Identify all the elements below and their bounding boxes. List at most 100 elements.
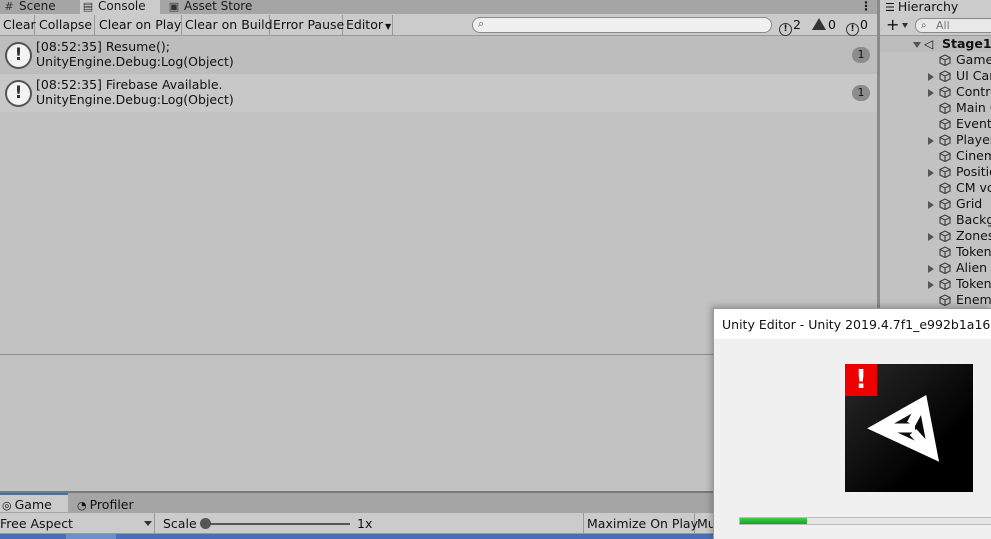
hierarchy-item-label: Alien xyxy=(956,260,988,275)
hierarchy-item[interactable]: CM vc xyxy=(880,180,991,196)
hierarchy-item[interactable]: Cinem xyxy=(880,148,991,164)
gameobject-cube-icon xyxy=(939,150,951,162)
gameobject-cube-icon xyxy=(939,262,951,274)
chevron-down-icon[interactable] xyxy=(902,23,908,28)
clear-button[interactable]: Clear xyxy=(0,15,36,35)
warning-filter-toggle[interactable]: 0 xyxy=(812,16,836,34)
gamepad-icon: ◎ xyxy=(2,499,12,512)
info-filter-toggle[interactable]: ! 2 xyxy=(779,16,801,36)
more-options-icon[interactable]: ⋮ xyxy=(860,0,872,14)
hierarchy-item-label: Grid xyxy=(956,196,983,211)
error-icon: ! xyxy=(846,23,859,36)
console-icon: ▤ xyxy=(82,0,94,13)
gameobject-cube-icon xyxy=(939,246,951,258)
expand-arrow-icon[interactable] xyxy=(928,201,934,209)
gameobject-cube-icon xyxy=(939,118,951,130)
store-icon: ▣ xyxy=(168,0,180,13)
tab-hierarchy[interactable]: ☰ Hierarchy xyxy=(880,0,991,15)
log-entry[interactable]: ! [08:52:35] Firebase Available. UnityEn… xyxy=(0,74,877,112)
hierarchy-item[interactable]: UI Car xyxy=(880,68,991,84)
console-tab-bar: # Scene ▤ Console ▣ Asset Store ⋮ xyxy=(0,0,877,14)
hierarchy-item[interactable]: GameC xyxy=(880,52,991,68)
tab-console[interactable]: ▤ Console xyxy=(80,0,160,14)
hierarchy-item[interactable]: Player xyxy=(880,132,991,148)
progress-fill xyxy=(740,518,807,524)
chevron-down-icon xyxy=(144,521,152,526)
gameobject-cube-icon xyxy=(939,294,951,306)
expand-arrow-icon[interactable] xyxy=(928,169,934,177)
scale-slider-track[interactable] xyxy=(205,523,350,525)
console-log-list[interactable]: ! [08:52:35] Resume(); UnityEngine.Debug… xyxy=(0,36,877,354)
editor-dropdown[interactable]: Editor ▼ xyxy=(343,15,393,35)
dialog-titlebar[interactable]: Unity Editor - Unity 2019.4.7f1_e992b1a1… xyxy=(714,309,991,339)
collapse-button[interactable]: Collapse xyxy=(36,15,95,35)
gameobject-cube-icon xyxy=(939,214,951,226)
clear-on-build-button[interactable]: Clear on Build xyxy=(182,15,273,35)
hierarchy-item-label: Positio xyxy=(956,164,991,179)
hierarchy-item[interactable]: Zones xyxy=(880,228,991,244)
tab-profiler[interactable]: ◔ Profiler xyxy=(77,495,134,514)
info-icon: ! xyxy=(5,42,32,69)
hierarchy-item[interactable]: Grid xyxy=(880,196,991,212)
hierarchy-item[interactable]: Backg xyxy=(880,212,991,228)
log-message: [08:52:35] Firebase Available. xyxy=(36,77,223,92)
hierarchy-item-label: Token xyxy=(956,276,991,291)
expand-arrow-icon[interactable] xyxy=(928,281,934,289)
add-icon[interactable]: + xyxy=(886,16,899,34)
hierarchy-item[interactable]: Positio xyxy=(880,164,991,180)
gameobject-cube-icon xyxy=(939,198,951,210)
hierarchy-icon: ☰ xyxy=(885,1,895,14)
error-pause-button[interactable]: Error Pause xyxy=(270,15,344,35)
grid-icon: # xyxy=(4,0,14,13)
console-search-input[interactable]: ⌕ xyxy=(472,17,772,33)
gameobject-cube-icon xyxy=(939,102,951,114)
hierarchy-toolbar: + ⌕ All xyxy=(880,15,991,36)
expand-arrow-icon[interactable] xyxy=(928,233,934,241)
dialog-title: Unity Editor - Unity 2019.4.7f1_e992b1a1… xyxy=(722,317,991,332)
unity-editor-dialog[interactable]: Unity Editor - Unity 2019.4.7f1_e992b1a1… xyxy=(713,308,991,539)
error-filter-toggle[interactable]: ! 0 xyxy=(846,16,868,36)
aspect-dropdown[interactable]: Free Aspect xyxy=(0,513,155,534)
search-icon: ⌕ xyxy=(478,17,485,30)
tab-game[interactable]: ◎ Game xyxy=(0,493,68,512)
hierarchy-item-label: EventS xyxy=(956,116,991,131)
hierarchy-item[interactable]: Contro xyxy=(880,84,991,100)
log-count-badge: 1 xyxy=(852,85,870,101)
unity-cube-icon xyxy=(867,395,940,462)
tab-asset-store[interactable]: ▣ Asset Store xyxy=(168,0,278,14)
game-view-content xyxy=(66,534,116,539)
hierarchy-scene-stage1[interactable]: ◁ Stage1 xyxy=(880,36,991,52)
expand-arrow-icon[interactable] xyxy=(928,73,934,81)
log-entry[interactable]: ! [08:52:35] Resume(); UnityEngine.Debug… xyxy=(0,36,877,74)
scale-value: 1x xyxy=(357,516,373,531)
console-toolbar: Clear Collapse Clear on Play Clear on Bu… xyxy=(0,14,877,36)
gameobject-cube-icon xyxy=(939,54,951,66)
hierarchy-item-label: CM vc xyxy=(956,180,991,195)
expand-arrow-icon[interactable] xyxy=(928,89,934,97)
hierarchy-item[interactable]: EventS xyxy=(880,116,991,132)
gameobject-cube-icon xyxy=(939,70,951,82)
hierarchy-item[interactable]: Alien xyxy=(880,260,991,276)
expand-arrow-icon[interactable] xyxy=(928,137,934,145)
hierarchy-item-label: Backg xyxy=(956,212,991,227)
hierarchy-item[interactable]: Token xyxy=(880,244,991,260)
gameobject-cube-icon xyxy=(939,278,951,290)
hierarchy-search-input[interactable]: ⌕ All xyxy=(915,18,991,33)
expand-arrow-icon[interactable] xyxy=(928,265,934,273)
progress-bar xyxy=(739,517,991,525)
maximize-on-play-button[interactable]: Maximize On Play xyxy=(583,513,698,534)
warning-icon xyxy=(812,18,826,30)
scale-slider-handle[interactable] xyxy=(200,518,211,529)
hierarchy-item-label: Token xyxy=(956,244,991,259)
hierarchy-item[interactable]: Enemy xyxy=(880,292,991,308)
hierarchy-item-label: Main C xyxy=(956,100,991,115)
hierarchy-item-label: UI Car xyxy=(956,68,991,83)
tab-scene[interactable]: # Scene xyxy=(3,0,75,14)
profiler-icon: ◔ xyxy=(77,499,87,512)
gameobject-cube-icon xyxy=(939,166,951,178)
clear-on-play-button[interactable]: Clear on Play xyxy=(96,15,182,35)
log-count-badge: 1 xyxy=(852,47,870,63)
hierarchy-item[interactable]: Token xyxy=(880,276,991,292)
expand-arrow-icon[interactable] xyxy=(913,42,921,48)
hierarchy-item[interactable]: Main C xyxy=(880,100,991,116)
